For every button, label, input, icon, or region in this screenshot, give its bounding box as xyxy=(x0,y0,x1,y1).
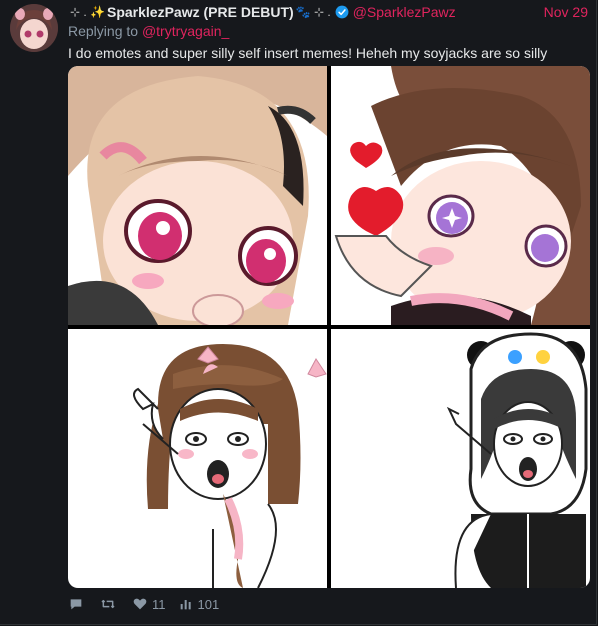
retweet-icon xyxy=(101,599,115,609)
media-grid xyxy=(68,66,590,588)
replying-to-line: Replying to @trytryagain_ xyxy=(68,23,229,39)
reply-button[interactable] xyxy=(68,596,88,612)
like-button[interactable]: 11 xyxy=(132,596,166,612)
reply-icon xyxy=(70,599,82,610)
retweet-button[interactable] xyxy=(100,596,120,612)
avatar[interactable] xyxy=(10,4,58,52)
name-prefix-decoration: ⊹ . ✨ xyxy=(70,5,105,19)
user-handle[interactable]: @SparklezPawz xyxy=(353,4,456,20)
views-count: 101 xyxy=(197,596,220,612)
tweet-header: ⊹ . ✨ SparklezPawz (PRE DEBUT) 🐾 ⊹ . @Sp… xyxy=(68,3,588,21)
media-image-4[interactable] xyxy=(331,329,590,588)
replying-to-prefix: Replying to xyxy=(68,23,139,39)
name-suffix-decoration: 🐾 ⊹ . xyxy=(295,5,331,19)
replying-to-mention[interactable]: @trytryagain_ xyxy=(142,23,229,39)
media-image-1[interactable] xyxy=(68,66,327,325)
tweet-card[interactable]: ⊹ . ✨ SparklezPawz (PRE DEBUT) 🐾 ⊹ . @Sp… xyxy=(0,0,597,625)
display-name[interactable]: SparklezPawz (PRE DEBUT) xyxy=(107,4,294,20)
post-date[interactable]: Nov 29 xyxy=(544,4,588,20)
media-image-3[interactable] xyxy=(68,329,327,588)
views-button[interactable]: 101 xyxy=(178,596,220,612)
views-chart-icon xyxy=(180,600,191,610)
verified-badge-icon xyxy=(335,5,349,19)
heart-icon xyxy=(133,598,147,610)
tweet-text: I do emotes and super silly self insert … xyxy=(68,45,548,61)
media-image-2[interactable] xyxy=(331,66,590,325)
tweet-actions: 11 101 xyxy=(68,595,231,613)
like-count: 11 xyxy=(152,596,166,612)
